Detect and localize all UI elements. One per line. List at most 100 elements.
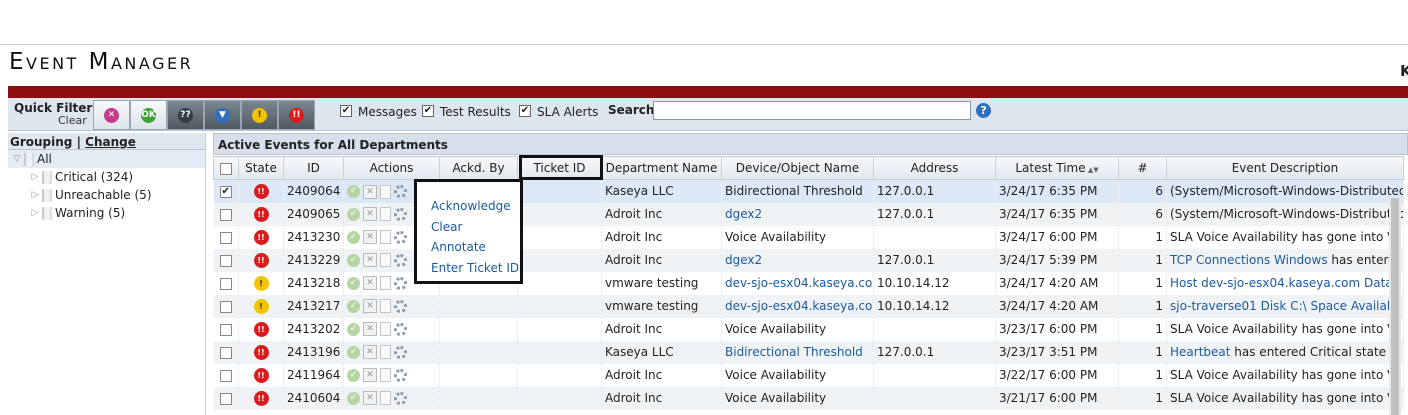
column-header[interactable]: Device/Object Name: [721, 156, 874, 180]
row-select-cell[interactable]: [213, 271, 239, 295]
column-header[interactable]: #: [1118, 156, 1167, 180]
expand-down-icon[interactable]: ▽: [10, 154, 24, 164]
row-select-cell[interactable]: [213, 248, 239, 272]
tree-item[interactable]: ▷ Unreachable (5): [8, 186, 205, 204]
row-select-cell[interactable]: [213, 225, 239, 249]
row-checkbox[interactable]: [219, 369, 232, 382]
expand-right-icon[interactable]: ▷: [28, 190, 42, 200]
gear-icon[interactable]: [394, 276, 407, 290]
row-checkbox[interactable]: [219, 231, 232, 244]
quick-filter-button[interactable]: ▼: [204, 100, 241, 130]
quick-filter-button[interactable]: ✕: [93, 100, 130, 130]
gear-icon[interactable]: [394, 368, 407, 382]
clear-icon[interactable]: ✕: [363, 299, 377, 314]
vertical-scrollbar[interactable]: [1389, 198, 1401, 415]
annotate-icon[interactable]: [380, 391, 391, 406]
gear-icon[interactable]: [394, 207, 407, 221]
row-checkbox[interactable]: [219, 208, 232, 221]
row-select-cell[interactable]: [213, 294, 239, 318]
gear-icon[interactable]: [394, 322, 407, 336]
acknowledge-icon[interactable]: ✓: [347, 185, 360, 198]
acknowledge-icon[interactable]: ✓: [347, 345, 360, 359]
column-header[interactable]: Actions: [343, 156, 440, 180]
quick-filter-button[interactable]: !!: [278, 100, 315, 130]
row-select-cell[interactable]: [213, 386, 239, 410]
gear-icon[interactable]: [394, 391, 407, 405]
clear-icon[interactable]: ✕: [363, 276, 377, 291]
table-row[interactable]: ! 2413218 ✓ ✕ vmware testing dev-sjo-esx04.ka…: [213, 271, 1404, 295]
device-name[interactable]: dgex2: [721, 202, 874, 226]
clear-icon[interactable]: ✕: [363, 368, 377, 383]
column-header[interactable]: ID: [283, 156, 344, 180]
tree-item[interactable]: ▷ Critical (324): [8, 168, 205, 186]
acknowledge-icon[interactable]: ✓: [347, 230, 360, 244]
annotate-icon[interactable]: [380, 368, 391, 383]
context-menu-item[interactable]: Acknowledge: [417, 196, 520, 217]
table-row[interactable]: !! 2411964 ✓ ✕ Adroit Inc Voice Availability 3…: [213, 363, 1404, 387]
gear-icon[interactable]: [394, 299, 407, 313]
annotate-icon[interactable]: [380, 230, 391, 245]
clear-icon[interactable]: ✕: [363, 184, 377, 199]
column-header[interactable]: Department Name: [601, 156, 722, 180]
context-menu-item[interactable]: Enter Ticket ID: [417, 258, 520, 279]
table-row[interactable]: !! 2413230 ✓ ✕ Adroit Inc Voice Availability 3…: [213, 225, 1404, 249]
device-name[interactable]: dev-sjo-esx04.kaseya.com: [721, 294, 874, 318]
event-description-link[interactable]: Heartbeat: [1170, 345, 1230, 359]
acknowledge-icon[interactable]: ✓: [347, 391, 360, 405]
column-header[interactable]: Event Description: [1166, 156, 1404, 180]
quick-filter-button[interactable]: !: [241, 100, 278, 130]
annotate-icon[interactable]: [380, 207, 391, 222]
annotate-icon[interactable]: [380, 276, 391, 291]
filter-checkbox[interactable]: ✔: [422, 105, 434, 117]
acknowledge-icon[interactable]: ✓: [347, 253, 360, 267]
table-row[interactable]: ✔!! 2409064 ✓ ✕ Kaseya LLC Bidirectional Thre…: [213, 179, 1404, 203]
select-all-header[interactable]: [213, 156, 239, 180]
device-name[interactable]: Bidirectional Threshold: [721, 340, 874, 364]
annotate-icon[interactable]: [380, 299, 391, 314]
row-select-cell[interactable]: ✔: [213, 179, 239, 203]
row-checkbox[interactable]: [219, 277, 232, 290]
row-select-cell[interactable]: [213, 363, 239, 387]
acknowledge-icon[interactable]: ✓: [347, 276, 360, 290]
table-row[interactable]: !! 2413229 ✓ ✕ Adroit Inc dgex2 127.0.0.1 3/24/…: [213, 248, 1404, 272]
filter-checkbox[interactable]: ✔: [340, 105, 352, 117]
clear-icon[interactable]: ✕: [363, 230, 377, 245]
column-header[interactable]: Address: [873, 156, 996, 180]
row-checkbox[interactable]: [219, 392, 232, 405]
acknowledge-icon[interactable]: ✓: [347, 299, 360, 313]
change-grouping-link[interactable]: Change: [85, 135, 136, 149]
row-select-cell[interactable]: [213, 340, 239, 364]
quick-filter-button[interactable]: ??: [167, 100, 204, 130]
clear-icon[interactable]: ✕: [363, 253, 377, 268]
acknowledge-icon[interactable]: ✓: [347, 368, 360, 382]
event-description-link[interactable]: Host dev-sjo-esx04.kaseya.com Data: [1170, 276, 1393, 290]
table-row[interactable]: !! 2413202 ✓ ✕ Adroit Inc Voice Availability 3…: [213, 317, 1404, 341]
clear-icon[interactable]: ✕: [363, 322, 377, 337]
column-header[interactable]: Latest Time ▲▼: [995, 156, 1119, 180]
select-all-checkbox[interactable]: [220, 162, 232, 175]
device-name[interactable]: dgex2: [721, 248, 874, 272]
context-menu-item[interactable]: Annotate: [417, 237, 520, 258]
help-icon[interactable]: ?: [976, 103, 991, 118]
event-description-link[interactable]: TCP Connections Windows: [1170, 253, 1328, 267]
row-checkbox[interactable]: [219, 300, 232, 313]
acknowledge-icon[interactable]: ✓: [347, 322, 360, 336]
gear-icon[interactable]: [394, 185, 407, 198]
table-row[interactable]: !! 2410604 ✓ ✕ Adroit Inc Voice Availability 3…: [213, 386, 1404, 410]
row-checkbox[interactable]: ✔: [219, 185, 232, 198]
expand-right-icon[interactable]: ▷: [28, 208, 42, 218]
device-name[interactable]: dev-sjo-esx04.kaseya.com: [721, 271, 874, 295]
annotate-icon[interactable]: [380, 253, 391, 268]
table-row[interactable]: !! 2413196 ✓ ✕ Kaseya LLC Bidirectional Thres…: [213, 340, 1404, 364]
row-checkbox[interactable]: [219, 254, 232, 267]
clear-icon[interactable]: ✕: [363, 345, 377, 360]
table-row[interactable]: !! 2409065 ✓ ✕ Adroit Inc dgex2 127.0.0.1 3/24/…: [213, 202, 1404, 226]
filter-checkbox[interactable]: ✔: [519, 105, 531, 117]
search-input[interactable]: [653, 101, 971, 120]
gear-icon[interactable]: [394, 345, 407, 359]
context-menu-item[interactable]: Clear: [417, 217, 520, 238]
column-header[interactable]: Ackd. By: [439, 156, 518, 180]
annotate-icon[interactable]: [380, 322, 391, 337]
table-row[interactable]: ! 2413217 ✓ ✕ vmware testing dev-sjo-esx04.ka…: [213, 294, 1404, 318]
row-checkbox[interactable]: [219, 346, 232, 359]
